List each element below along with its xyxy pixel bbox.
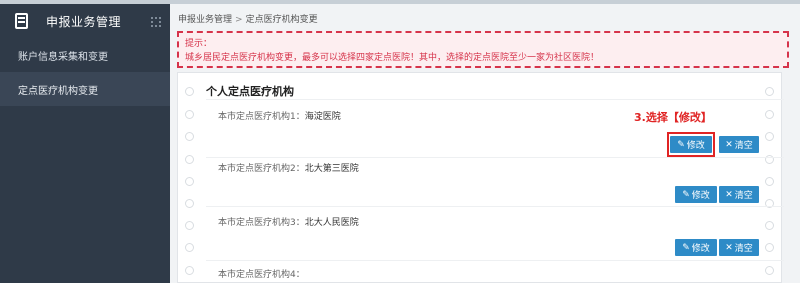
notice-body: 城乡居民定点医疗机构变更，最多可以选择四家定点医院！其中，选择的定点医院至少一家… xyxy=(185,53,600,63)
close-icon: ✕ xyxy=(725,189,733,200)
breadcrumb-separator: > xyxy=(235,15,243,25)
hospital-row-1: 本市定点医疗机构1：海淀医院 xyxy=(218,109,341,122)
clear-button-label: 清空 xyxy=(734,244,753,254)
sidebar-item-label: 定点医疗机构变更 xyxy=(18,85,98,97)
hospital-label: 本市定点医疗机构1： xyxy=(218,112,305,122)
hospital-row-2: 本市定点医疗机构2：北大第三医院 xyxy=(218,161,359,174)
hospital-row-3: 本市定点医疗机构3：北大人民医院 xyxy=(218,215,359,228)
radio-left-6[interactable] xyxy=(185,199,194,208)
clear-button-3[interactable]: ✕ 清空 xyxy=(719,239,759,256)
clear-button-1[interactable]: ✕ 清空 xyxy=(719,136,759,153)
radio-left-5[interactable] xyxy=(185,177,194,186)
radio-left-1[interactable] xyxy=(185,87,194,96)
breadcrumb: 申报业务管理 > 定点医疗机构变更 xyxy=(178,12,318,25)
close-icon: ✕ xyxy=(725,139,733,150)
radio-left-9[interactable] xyxy=(185,266,194,275)
radio-left-7[interactable] xyxy=(185,221,194,230)
close-icon: ✕ xyxy=(725,242,733,253)
document-icon xyxy=(15,13,28,29)
radio-right-5[interactable] xyxy=(765,177,774,186)
radio-left-8[interactable] xyxy=(185,243,194,252)
radio-right-9[interactable] xyxy=(765,266,774,275)
sidebar-item-label: 账户信息采集和变更 xyxy=(18,51,108,63)
notice-box: 提示： 城乡居民定点医疗机构变更，最多可以选择四家定点医院！其中，选择的定点医院… xyxy=(177,31,789,68)
pencil-icon: ✎ xyxy=(682,242,690,253)
edit-button-label: 修改 xyxy=(691,191,710,201)
radio-right-2[interactable] xyxy=(765,110,774,119)
hospital-label: 本市定点医疗机构2： xyxy=(218,164,305,174)
row-divider xyxy=(206,260,784,261)
radio-left-4[interactable] xyxy=(185,155,194,164)
card-title: 个人定点医疗机构 xyxy=(206,85,294,98)
annotation-highlight-box xyxy=(667,132,715,157)
hospital-value: 北大第三医院 xyxy=(304,164,359,174)
clear-button-2[interactable]: ✕ 清空 xyxy=(719,186,759,203)
row-divider xyxy=(206,157,784,158)
annotation-text: 3.选择【修改】 xyxy=(634,111,712,124)
row-divider xyxy=(206,99,784,100)
radio-right-3[interactable] xyxy=(765,132,774,141)
edit-button-label: 修改 xyxy=(691,244,710,254)
clear-button-label: 清空 xyxy=(734,141,753,151)
grid-menu-icon[interactable] xyxy=(151,17,161,27)
hospital-card: 个人定点医疗机构 本市定点医疗机构1：海淀医院 ✎ 修改 ✕ 清空 本市定点医疗… xyxy=(177,72,784,283)
clear-button-label: 清空 xyxy=(734,191,753,201)
row-divider xyxy=(206,206,784,207)
hospital-value: 海淀医院 xyxy=(304,112,341,122)
edit-button-3[interactable]: ✎ 修改 xyxy=(675,239,717,256)
radio-left-3[interactable] xyxy=(185,132,194,141)
breadcrumb-current: 定点医疗机构变更 xyxy=(245,15,318,25)
sidebar-title: 申报业务管理 xyxy=(46,14,122,29)
hospital-row-4: 本市定点医疗机构4： xyxy=(218,267,305,280)
sidebar-item-designated-hospital[interactable]: 定点医疗机构变更 xyxy=(0,72,170,106)
sidebar-header: 申报业务管理 xyxy=(0,4,170,38)
hospital-label: 本市定点医疗机构3： xyxy=(218,218,305,228)
notice-title: 提示： xyxy=(185,39,213,49)
sidebar-item-account-info[interactable]: 账户信息采集和变更 xyxy=(0,38,170,72)
main-content: 申报业务管理 > 定点医疗机构变更 提示： 城乡居民定点医疗机构变更，最多可以选择四… xyxy=(170,4,800,283)
edit-button-2[interactable]: ✎ 修改 xyxy=(675,186,717,203)
radio-right-7[interactable] xyxy=(765,221,774,230)
radio-right-1[interactable] xyxy=(765,87,774,96)
sidebar: 申报业务管理 账户信息采集和变更 定点医疗机构变更 xyxy=(0,4,170,283)
hospital-value: 北大人民医院 xyxy=(304,218,359,228)
hospital-label: 本市定点医疗机构4： xyxy=(218,270,305,280)
radio-left-2[interactable] xyxy=(185,110,194,119)
pencil-icon: ✎ xyxy=(682,189,690,200)
radio-right-8[interactable] xyxy=(765,243,774,252)
breadcrumb-root[interactable]: 申报业务管理 xyxy=(178,15,232,25)
